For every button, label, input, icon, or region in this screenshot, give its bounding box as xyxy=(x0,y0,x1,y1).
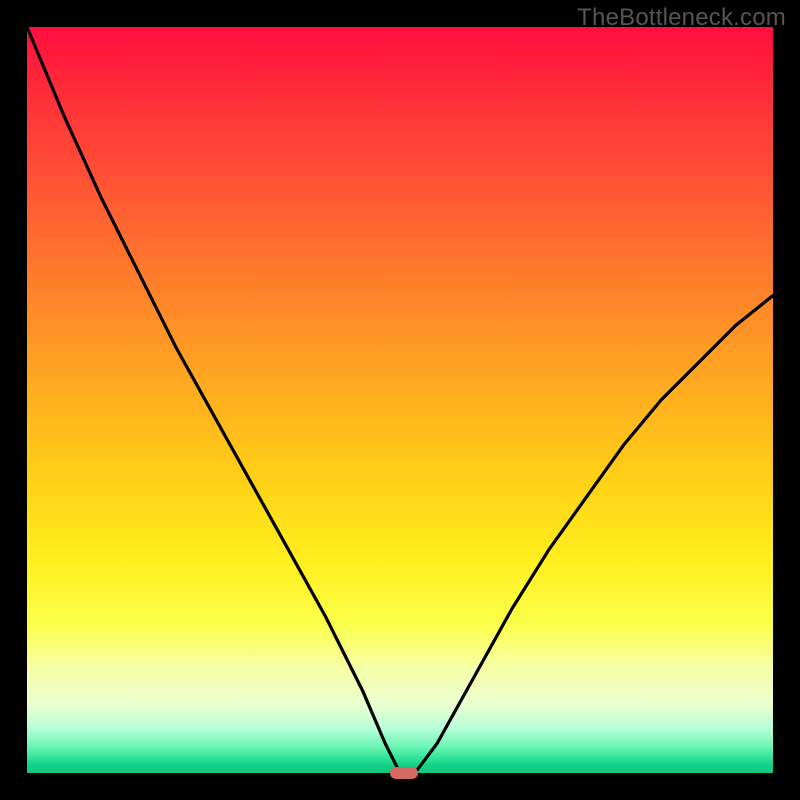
minimum-marker xyxy=(390,767,418,779)
plot-area xyxy=(27,27,773,773)
bottleneck-curve xyxy=(27,27,773,773)
watermark-text: TheBottleneck.com xyxy=(577,4,786,32)
chart-root: TheBottleneck.com xyxy=(0,0,800,800)
